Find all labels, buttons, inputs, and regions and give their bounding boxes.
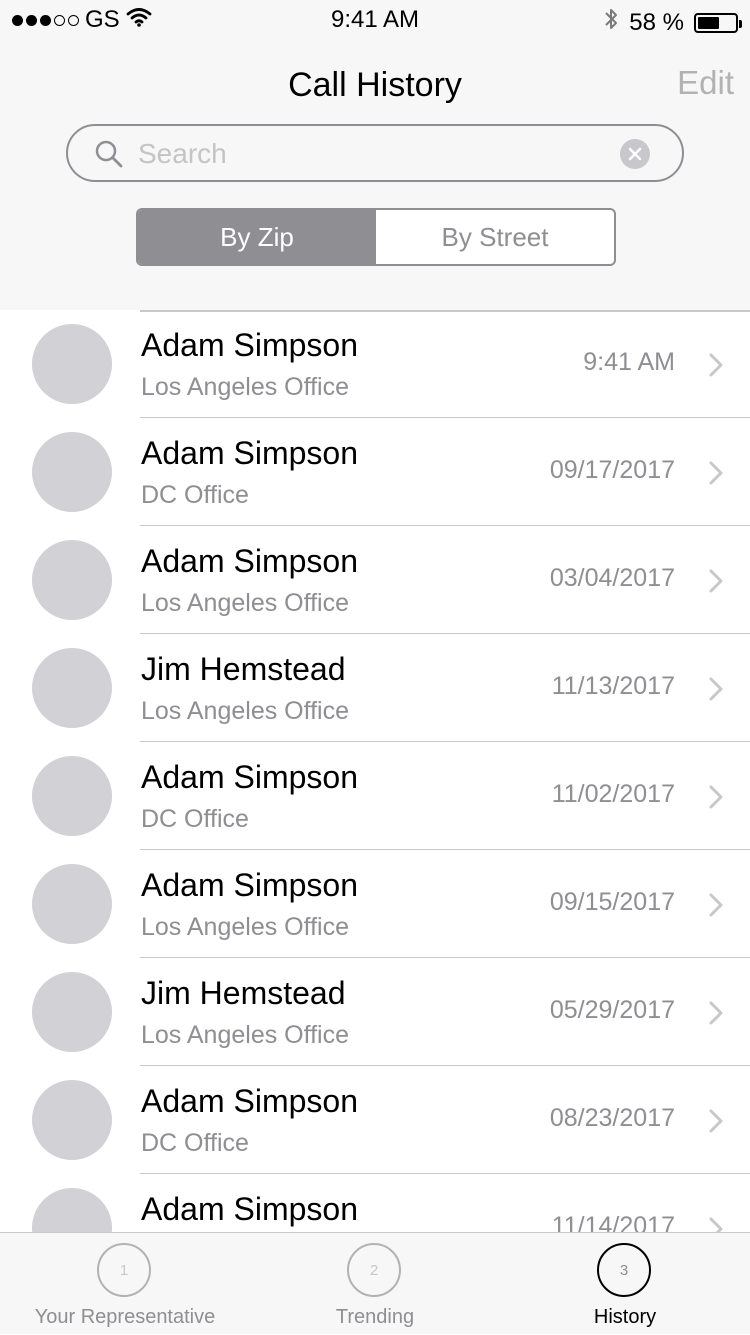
- list-item[interactable]: Adam Simpson Los Angeles Office 03/04/20…: [0, 526, 750, 634]
- contact-name: Adam Simpson: [141, 867, 358, 903]
- call-date: 05/29/2017: [549, 996, 675, 1024]
- chevron-right-icon: [708, 676, 724, 707]
- search-input[interactable]: [136, 134, 610, 174]
- segment-by-street[interactable]: By Street: [376, 210, 614, 264]
- avatar: [32, 324, 112, 404]
- contact-office: Los Angeles Office: [141, 697, 350, 725]
- contact-name: Adam Simpson: [141, 543, 358, 579]
- search-bar: [66, 124, 684, 182]
- chevron-right-icon: [708, 352, 724, 383]
- call-date: 9:41 AM: [583, 348, 675, 376]
- tab-label: Trending: [335, 1306, 415, 1328]
- avatar: [32, 864, 112, 944]
- tab-bar: 1 Your Representative 2 Trending 3 Histo…: [0, 1232, 750, 1334]
- avatar: [32, 972, 112, 1052]
- tab-trending[interactable]: 2 Trending: [250, 1233, 500, 1335]
- contact-office: DC Office: [141, 481, 249, 509]
- chevron-right-icon: [708, 1000, 724, 1031]
- contact-name: Adam Simpson: [141, 1191, 358, 1227]
- list-item[interactable]: Adam Simpson Los Angeles Office 9:41 AM: [0, 310, 750, 418]
- chevron-right-icon: [708, 1108, 724, 1139]
- contact-office: DC Office: [141, 1129, 249, 1157]
- page-title: Call History: [288, 66, 462, 104]
- chevron-right-icon: [708, 1216, 724, 1232]
- avatar: [32, 432, 112, 512]
- chevron-right-icon: [708, 784, 724, 815]
- avatar: [32, 648, 112, 728]
- status-right: 58 %: [603, 6, 742, 39]
- call-date: 11/14/2017: [551, 1212, 675, 1232]
- battery-icon: [694, 12, 742, 33]
- bluetooth-icon: [603, 6, 619, 39]
- tab-number-icon: 3: [597, 1243, 651, 1297]
- contact-name: Adam Simpson: [141, 759, 358, 795]
- search-icon: [94, 139, 124, 174]
- status-bar: GS 9:41 AM 58 %: [0, 0, 750, 40]
- call-date: 03/04/2017: [549, 564, 675, 592]
- call-date: 09/15/2017: [549, 888, 675, 916]
- tab-history[interactable]: 3 History: [500, 1233, 750, 1335]
- segment-by-zip[interactable]: By Zip: [138, 210, 376, 264]
- contact-name: Jim Hemstead: [141, 975, 346, 1011]
- clear-search-icon[interactable]: [620, 139, 650, 169]
- contact-office: Los Angeles Office: [141, 589, 350, 617]
- contact-office: DC Office: [141, 805, 249, 833]
- list-item[interactable]: Jim Hemstead Los Angeles Office 11/13/20…: [0, 634, 750, 742]
- call-date: 08/23/2017: [549, 1104, 675, 1132]
- call-date: 09/17/2017: [549, 456, 675, 484]
- list-item[interactable]: Adam Simpson DC Office 09/17/2017: [0, 418, 750, 526]
- list-item[interactable]: Adam Simpson Los Angeles Office 09/15/20…: [0, 850, 750, 958]
- avatar: [32, 1188, 112, 1232]
- contact-office: Los Angeles Office: [141, 373, 350, 401]
- call-date: 11/13/2017: [551, 672, 675, 700]
- avatar: [32, 1080, 112, 1160]
- contact-name: Adam Simpson: [141, 435, 358, 471]
- list-item[interactable]: Adam Simpson DC Office 08/23/2017: [0, 1066, 750, 1174]
- contact-name: Jim Hemstead: [141, 651, 346, 687]
- chevron-right-icon: [708, 892, 724, 923]
- list-item[interactable]: Adam Simpson 11/14/2017: [0, 1174, 750, 1232]
- list-item[interactable]: Adam Simpson DC Office 11/02/2017: [0, 742, 750, 850]
- header: Call History Edit By Zip By Street: [0, 40, 750, 310]
- contact-office: Los Angeles Office: [141, 913, 350, 941]
- tab-label: Your Representative: [34, 1306, 216, 1328]
- chevron-right-icon: [708, 460, 724, 491]
- avatar: [32, 756, 112, 836]
- tab-number-icon: 2: [347, 1243, 401, 1297]
- call-date: 11/02/2017: [551, 780, 675, 808]
- battery-percent: 58 %: [629, 8, 684, 36]
- tab-your-representative[interactable]: 1 Your Representative: [0, 1233, 250, 1335]
- avatar: [32, 540, 112, 620]
- divider: [140, 310, 750, 312]
- contact-office: Los Angeles Office: [141, 1021, 350, 1049]
- list-item[interactable]: Jim Hemstead Los Angeles Office 05/29/20…: [0, 958, 750, 1066]
- call-history-list: Adam Simpson Los Angeles Office 9:41 AM …: [0, 310, 750, 1232]
- edit-button[interactable]: Edit: [677, 64, 734, 102]
- tab-number-icon: 1: [97, 1243, 151, 1297]
- chevron-right-icon: [708, 568, 724, 599]
- contact-name: Adam Simpson: [141, 1083, 358, 1119]
- filter-segmented-control: By Zip By Street: [136, 208, 616, 266]
- contact-name: Adam Simpson: [141, 327, 358, 363]
- tab-label: History: [593, 1306, 657, 1328]
